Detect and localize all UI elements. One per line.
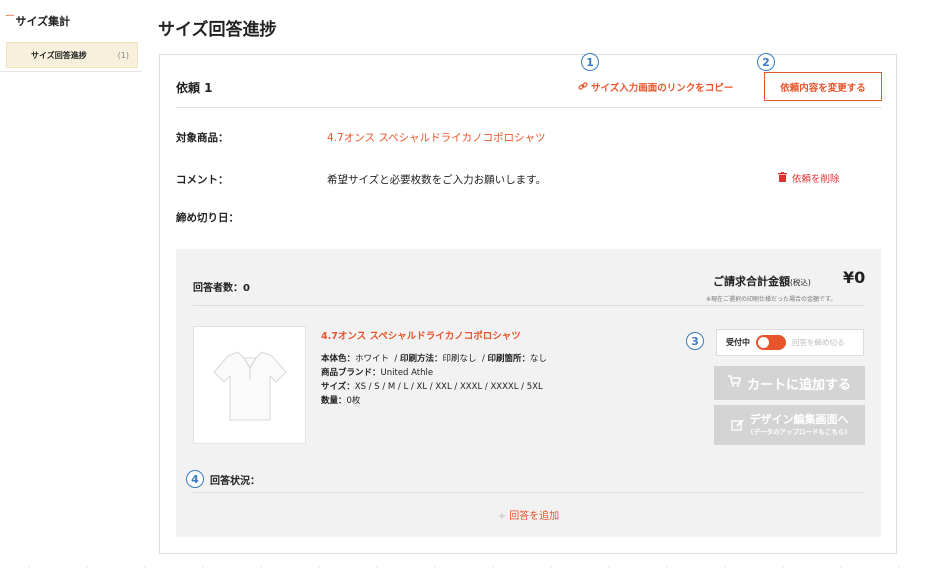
annotation-badge-4: 4 [186, 470, 204, 488]
copy-link[interactable]: サイズ入力画面のリンクをコピー [578, 80, 733, 94]
sidebar: ⁀ サイズ集計 サイズ回答進捗 (1) [0, 0, 142, 573]
request-title: 依頼 1 [176, 81, 213, 95]
product-brand: 商品ブランド：United Athle [321, 366, 433, 378]
response-status: 4 回答状況： [186, 470, 260, 488]
plus-icon: + [497, 511, 507, 522]
product-name[interactable]: 4.7オンス スペシャルドライカノコポロシャツ [321, 328, 521, 342]
respondent-count: 回答者数：0 [193, 283, 250, 294]
link-icon: ⁀ [6, 16, 14, 26]
polo-shirt-icon [212, 351, 287, 421]
method-value: 印刷なし [442, 354, 477, 364]
product-sizes: サイズ：XS / S / M / L / XL / XXL / XXXL / X… [321, 380, 543, 392]
panel-divider [193, 305, 864, 306]
annotation-badge-3: 3 [686, 332, 704, 350]
total-amount-note: ※現在ご選択の印刷仕様だった場合の金額です。 [706, 296, 837, 303]
product-link[interactable]: 4.7オンス スペシャルドライカノコポロシャツ [327, 130, 546, 145]
add-response-link[interactable]: + 回答を追加 [176, 507, 881, 522]
sidebar-title: ⁀ サイズ集計 [6, 13, 70, 29]
qty-label: 数量： [321, 396, 347, 406]
product-image [193, 326, 306, 444]
method-label: 印刷方法： [400, 354, 443, 364]
trash-icon [778, 171, 787, 185]
cart-icon [727, 375, 742, 391]
add-response-label: 回答を追加 [509, 511, 560, 522]
sidebar-item-label: サイズ回答進捗 [31, 50, 87, 60]
total-amount-label: ご請求合計金額(税込) [713, 273, 811, 289]
header-divider [176, 107, 882, 108]
response-divider [193, 492, 864, 493]
product-quantity: 数量：0枚 [321, 394, 360, 406]
delete-request-link[interactable]: 依頼を削除 [778, 171, 840, 185]
design-editor-button[interactable]: デザイン編集画面へ (データのアップロードもこちら) [714, 405, 865, 445]
response-panel: 回答者数：0 ご請求合計金額(税込) ¥0 ※現在ご選択の印刷仕様だった場合の金… [176, 249, 881, 537]
add-to-cart-label: カートに追加する [746, 377, 851, 393]
delete-request-label: 依頼を削除 [792, 174, 840, 185]
deadline-label: 締め切り日： [176, 212, 239, 224]
toggle-knob [758, 337, 769, 348]
brand-value: United Athle [380, 368, 434, 378]
tax-note: (税込) [790, 278, 811, 287]
accepting-label: 受付中 [726, 338, 750, 347]
location-value: なし [530, 354, 548, 364]
color-value: ホワイト [355, 354, 390, 364]
copy-link-label: サイズ入力画面のリンクをコピー [591, 83, 734, 94]
product-print-spec: 本体色：ホワイト / 印刷方法：印刷なし / 印刷箇所：なし [321, 354, 548, 364]
comment-value: 希望サイズと必要枚数をご入力お願いします。 [327, 174, 547, 186]
chain-link-icon [578, 81, 588, 94]
size-label: サイズ： [321, 382, 355, 392]
annotation-badge-2: 2 [757, 53, 775, 71]
size-value: XS / S / M / L / XL / XXL / XXXL / XXXXL… [354, 382, 543, 392]
sidebar-divider [0, 71, 142, 72]
product-label: 対象商品： [176, 132, 229, 144]
comment-label: コメント： [176, 174, 229, 186]
sidebar-item-count: (1) [117, 50, 129, 60]
location-label: 印刷箇所： [487, 354, 531, 364]
bottom-dotted-border [0, 566, 930, 568]
qty-value: 0枚 [346, 396, 361, 406]
brand-label: 商品ブランド： [321, 368, 381, 378]
change-request-button[interactable]: 依頼内容を変更する [764, 72, 882, 101]
annotation-badge-1: 1 [581, 53, 599, 71]
color-label: 本体色： [321, 354, 356, 364]
total-label-text: ご請求合計金額 [713, 275, 790, 288]
design-editor-sublabel: (データのアップロードもこちら) [750, 428, 848, 437]
close-responses-label: 回答を締め切る [792, 338, 845, 347]
total-amount-value: ¥0 [843, 268, 866, 287]
page-title: サイズ回答進捗 [158, 20, 277, 40]
accepting-toggle[interactable] [756, 335, 786, 350]
accepting-status: 受付中 回答を締め切る [716, 329, 864, 356]
design-editor-text: デザイン編集画面へ (データのアップロードもこちら) [749, 412, 849, 437]
edit-icon [730, 416, 744, 435]
sidebar-item-size-progress[interactable]: サイズ回答進捗 (1) [6, 42, 138, 68]
response-status-label: 回答状況： [210, 475, 260, 487]
sidebar-title-label: サイズ集計 [15, 15, 71, 28]
add-to-cart-button[interactable]: カートに追加する [714, 366, 865, 400]
design-editor-label: デザイン編集画面へ [749, 412, 849, 426]
request-card: 依頼 1 1 サイズ入力画面のリンクをコピー 2 依頼内容を変更する 対象商品：… [159, 53, 897, 554]
